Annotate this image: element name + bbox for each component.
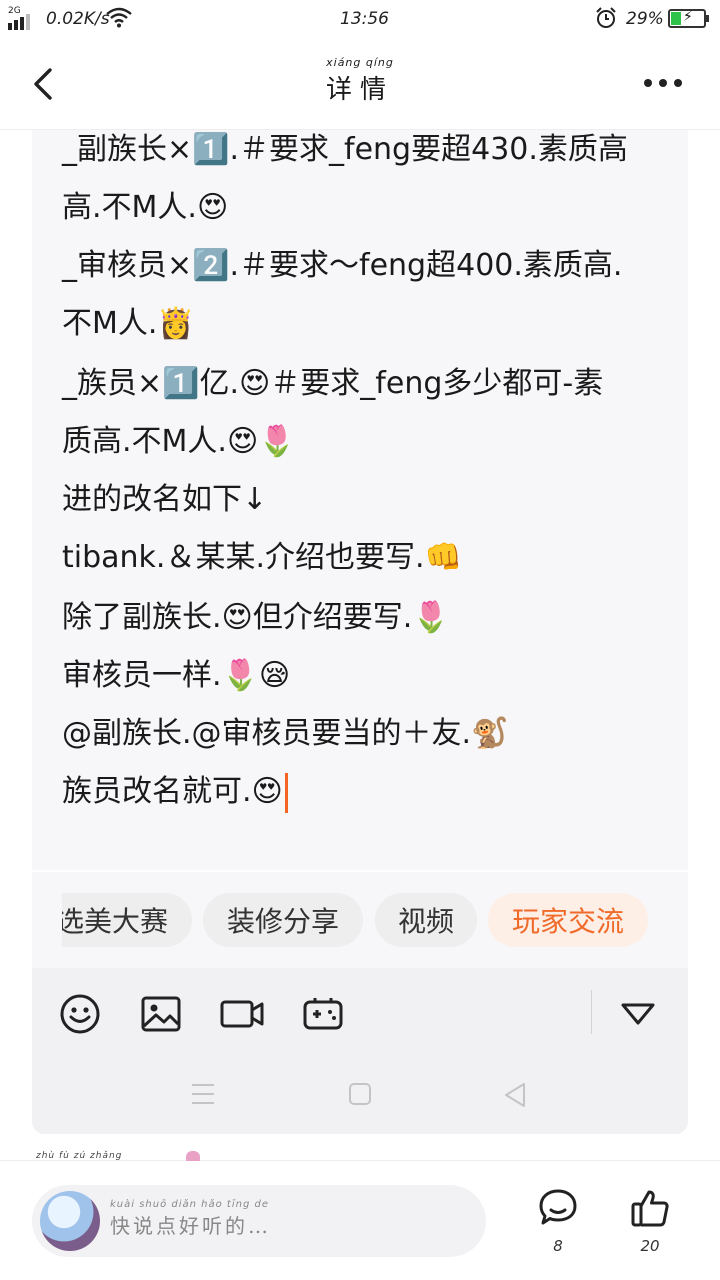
home-nav-icon[interactable] (348, 1082, 372, 1106)
thumbs-up-icon (631, 1190, 669, 1227)
text-caret (284, 772, 288, 813)
video-icon[interactable] (218, 990, 266, 1038)
comment-placeholder: kuài shuō diǎn hǎo tīng de 快说点好听的… (110, 1199, 271, 1239)
comment-count: 8 (553, 1237, 563, 1255)
battery-level (671, 12, 681, 25)
page-title: xiáng qíng 详情 (318, 56, 402, 106)
network-speed: 0.02K/s (46, 9, 110, 29)
topic-chip-video[interactable]: 视频 (375, 893, 477, 947)
like-count: 20 (640, 1237, 660, 1255)
comment-input[interactable]: kuài shuō diǎn hǎo tīng de 快说点好听的… (32, 1185, 486, 1257)
battery-percent: 29% (626, 9, 664, 29)
back-arrow-icon[interactable] (26, 62, 66, 106)
post-line: _审核员×2️⃣.＃要求～feng超400.素质高. (62, 248, 623, 283)
page-title-text: 详情 (325, 75, 394, 105)
post-last-line: 族员改名就可.😍 (62, 766, 288, 813)
title-bar: xiáng qíng 详情 (0, 40, 720, 130)
comment-placeholder-text: 快说点好听的… (110, 1214, 271, 1238)
alarm-icon (596, 7, 616, 28)
gamepad-icon[interactable] (299, 990, 347, 1038)
post-line: 高.不M人.😍 (62, 190, 229, 225)
post-line: 族员改名就可.😍 (62, 774, 283, 809)
comment-icon (539, 1189, 577, 1225)
comment-placeholder-pinyin: kuài shuō diǎn hǎo tīng de (110, 1199, 269, 1210)
battery-icon: ⚡ (668, 9, 709, 28)
post-line: _副族长×1️⃣.＃要求_feng要超430.素质高 (62, 132, 628, 167)
post-line: 不M人.👸 (62, 306, 195, 341)
topic-chip-player-exchange[interactable]: 玩家交流 (488, 893, 648, 947)
clock: 13:56 (340, 9, 389, 29)
post-line: tibank.＆某某.介绍也要写.👊 (62, 540, 462, 575)
image-icon[interactable] (137, 990, 185, 1038)
clipped-sticker (186, 1151, 200, 1161)
topic-chips: 选美大赛 装修分享 视频 玩家交流 (32, 872, 688, 968)
charging-icon: ⚡ (683, 9, 693, 25)
topic-chip-decoration-share[interactable]: 装修分享 (203, 893, 363, 947)
post-line: 进的改名如下↓ (62, 482, 268, 517)
cellular-signal-icon: 2G (8, 6, 30, 30)
more-options-icon[interactable] (644, 70, 698, 96)
post-line: @副族长.@审核员要当的＋友.🐒 (62, 716, 509, 751)
comment-button[interactable]: 8 (528, 1187, 588, 1255)
emoji-icon[interactable] (56, 990, 104, 1038)
avatar (40, 1191, 100, 1251)
collapse-triangle-icon[interactable] (614, 990, 662, 1038)
back-nav-icon[interactable] (502, 1082, 528, 1108)
page-title-pinyin: xiáng qíng (326, 56, 394, 69)
post-line: _族员×1️⃣亿.😍＃要求_feng多少都可-素 (62, 366, 604, 401)
post-line: 除了副族长.😍但介绍要写.🌷 (62, 600, 450, 635)
editor-toolbar (32, 968, 688, 1134)
post-line: 质高.不M人.😍🌷 (62, 424, 296, 459)
menu-nav-icon[interactable] (190, 1082, 216, 1106)
post-editor[interactable]: _副族长×1️⃣.＃要求_feng要超430.素质高 高.不M人.😍 _审核员×… (32, 130, 688, 870)
network-type: 2G (8, 6, 21, 16)
post-line: 审核员一样.🌷😪 (62, 658, 291, 693)
status-bar: 2G 0.02K/s 13:56 29% ⚡ (0, 0, 720, 40)
clipped-pinyin: zhù fù zú zhǎng (36, 1151, 123, 1161)
like-button[interactable]: 20 (620, 1187, 680, 1255)
bottom-bar: zhù fù zú zhǎng kuài shuō diǎn hǎo tīng … (0, 1151, 720, 1280)
wifi-icon (106, 7, 132, 28)
